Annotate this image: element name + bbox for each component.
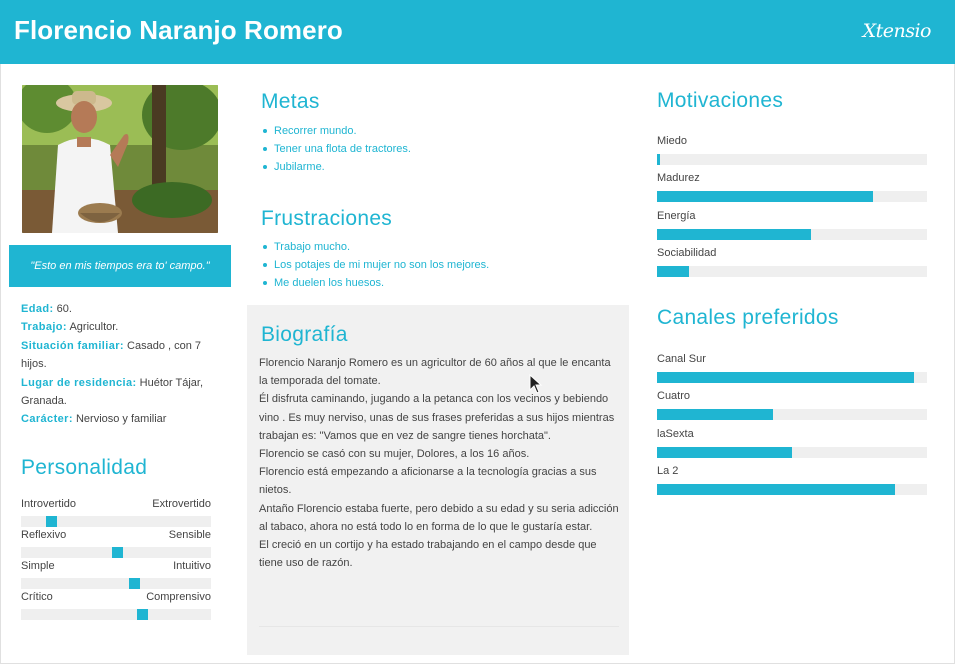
detail-family: Situación familiar: Casado , con 7 hijos… bbox=[21, 339, 202, 371]
trait-left-label: Simple bbox=[21, 560, 55, 572]
header-bar: Florencio Naranjo Romero Xtensio bbox=[0, 0, 955, 64]
motivation-label: Energía bbox=[657, 210, 696, 222]
biography-title: Biografía bbox=[261, 323, 348, 346]
trait-right-label: Comprensivo bbox=[146, 591, 211, 603]
trait-slider-knob bbox=[112, 547, 124, 558]
personality-trait: Introvertido Extrovertido bbox=[21, 498, 211, 527]
personality-trait: Simple Intuitivo bbox=[21, 560, 211, 589]
detail-age: Edad: 60. bbox=[21, 303, 72, 315]
channels-title: Canales preferidos bbox=[657, 306, 839, 329]
motivation-bar-track bbox=[657, 229, 927, 240]
motivation-label: Miedo bbox=[657, 135, 687, 147]
trait-slider-knob bbox=[45, 516, 57, 527]
motivation-bar-fill bbox=[657, 191, 873, 202]
frustrations-title: Frustraciones bbox=[261, 207, 393, 230]
channel-row: Canal Sur bbox=[657, 352, 927, 383]
trait-slider-track bbox=[21, 609, 211, 620]
channel-bar-track bbox=[657, 447, 927, 458]
channel-row: Cuatro bbox=[657, 389, 927, 420]
detail-job: Trabajo: Agricultor. bbox=[21, 321, 119, 334]
mouse-cursor-icon bbox=[529, 374, 543, 394]
motivation-bar-fill bbox=[657, 229, 811, 240]
channel-bar-track bbox=[657, 409, 927, 420]
motivation-bar-track bbox=[657, 191, 927, 202]
trait-slider-track bbox=[21, 516, 211, 527]
frustrations-list: Trabajo mucho. Los potajes de mi mujer n… bbox=[261, 238, 489, 292]
persona-quote: "Esto en mis tiempos era to' campo." bbox=[9, 245, 231, 287]
trait-slider-track bbox=[21, 578, 211, 589]
goals-list: Recorrer mundo. Tener una flota de tract… bbox=[261, 122, 411, 176]
trait-right-label: Intuitivo bbox=[173, 560, 211, 572]
channel-row: laSexta bbox=[657, 427, 927, 458]
channel-row: La 2 bbox=[657, 464, 927, 495]
channel-label: Canal Sur bbox=[657, 353, 706, 365]
list-item: Los potajes de mi mujer no son los mejor… bbox=[261, 256, 489, 274]
list-item: Jubilarme. bbox=[261, 158, 411, 176]
personality-title: Personalidad bbox=[21, 456, 148, 479]
list-item: Recorrer mundo. bbox=[261, 122, 411, 140]
biography-text: Florencio Naranjo Romero es un agriculto… bbox=[259, 357, 619, 570]
list-item: Me duelen los huesos. bbox=[261, 274, 489, 292]
trait-right-label: Sensible bbox=[168, 529, 211, 541]
trait-left-label: Crítico bbox=[21, 591, 53, 603]
persona-details: Edad: 60. Trabajo: Agricultor. Situación… bbox=[21, 300, 221, 429]
motivation-row: Energía bbox=[657, 209, 927, 240]
motivation-bar-fill bbox=[657, 266, 690, 277]
motivation-row: Sociabilidad bbox=[657, 246, 927, 277]
personality-trait: Crítico Comprensivo bbox=[21, 591, 211, 620]
goals-title: Metas bbox=[261, 90, 320, 113]
motivation-label: Sociabilidad bbox=[657, 247, 717, 259]
trait-right-label: Extrovertido bbox=[152, 498, 211, 510]
personality-trait: Reflexivo Sensible bbox=[21, 529, 211, 558]
motivations-title: Motivaciones bbox=[657, 89, 784, 112]
detail-residence: Lugar de residencia: Huétor Tájar, Grana… bbox=[21, 376, 204, 408]
trait-left-label: Reflexivo bbox=[21, 529, 67, 541]
channel-bar-fill bbox=[657, 409, 774, 420]
channel-label: laSexta bbox=[657, 428, 694, 440]
motivation-bar-fill bbox=[657, 154, 660, 165]
trait-slider-knob bbox=[136, 609, 148, 620]
channel-bar-track bbox=[657, 484, 927, 495]
persona-name: Florencio Naranjo Romero bbox=[14, 15, 343, 45]
motivation-row: Miedo bbox=[657, 134, 927, 165]
list-item: Tener una flota de tractores. bbox=[261, 140, 411, 158]
profile-photo bbox=[22, 85, 218, 233]
brand-logo[interactable]: Xtensio bbox=[863, 20, 932, 42]
trait-left-label: Introvertido bbox=[21, 498, 77, 510]
channel-label: Cuatro bbox=[657, 390, 691, 402]
channel-bar-fill bbox=[657, 447, 792, 458]
motivation-label: Madurez bbox=[657, 172, 700, 184]
motivation-bar-track bbox=[657, 266, 927, 277]
motivation-bar-track bbox=[657, 154, 927, 165]
trait-slider-knob bbox=[129, 578, 141, 589]
motivation-row: Madurez bbox=[657, 171, 927, 202]
list-item: Trabajo mucho. bbox=[261, 238, 489, 256]
biography-divider bbox=[259, 626, 619, 627]
channel-label: La 2 bbox=[657, 465, 679, 477]
channel-bar-fill bbox=[657, 484, 895, 495]
channel-bar-track bbox=[657, 372, 927, 383]
channel-bar-fill bbox=[657, 372, 914, 383]
trait-slider-track bbox=[21, 547, 211, 558]
detail-character: Carácter: Nervioso y familiar bbox=[21, 413, 167, 426]
